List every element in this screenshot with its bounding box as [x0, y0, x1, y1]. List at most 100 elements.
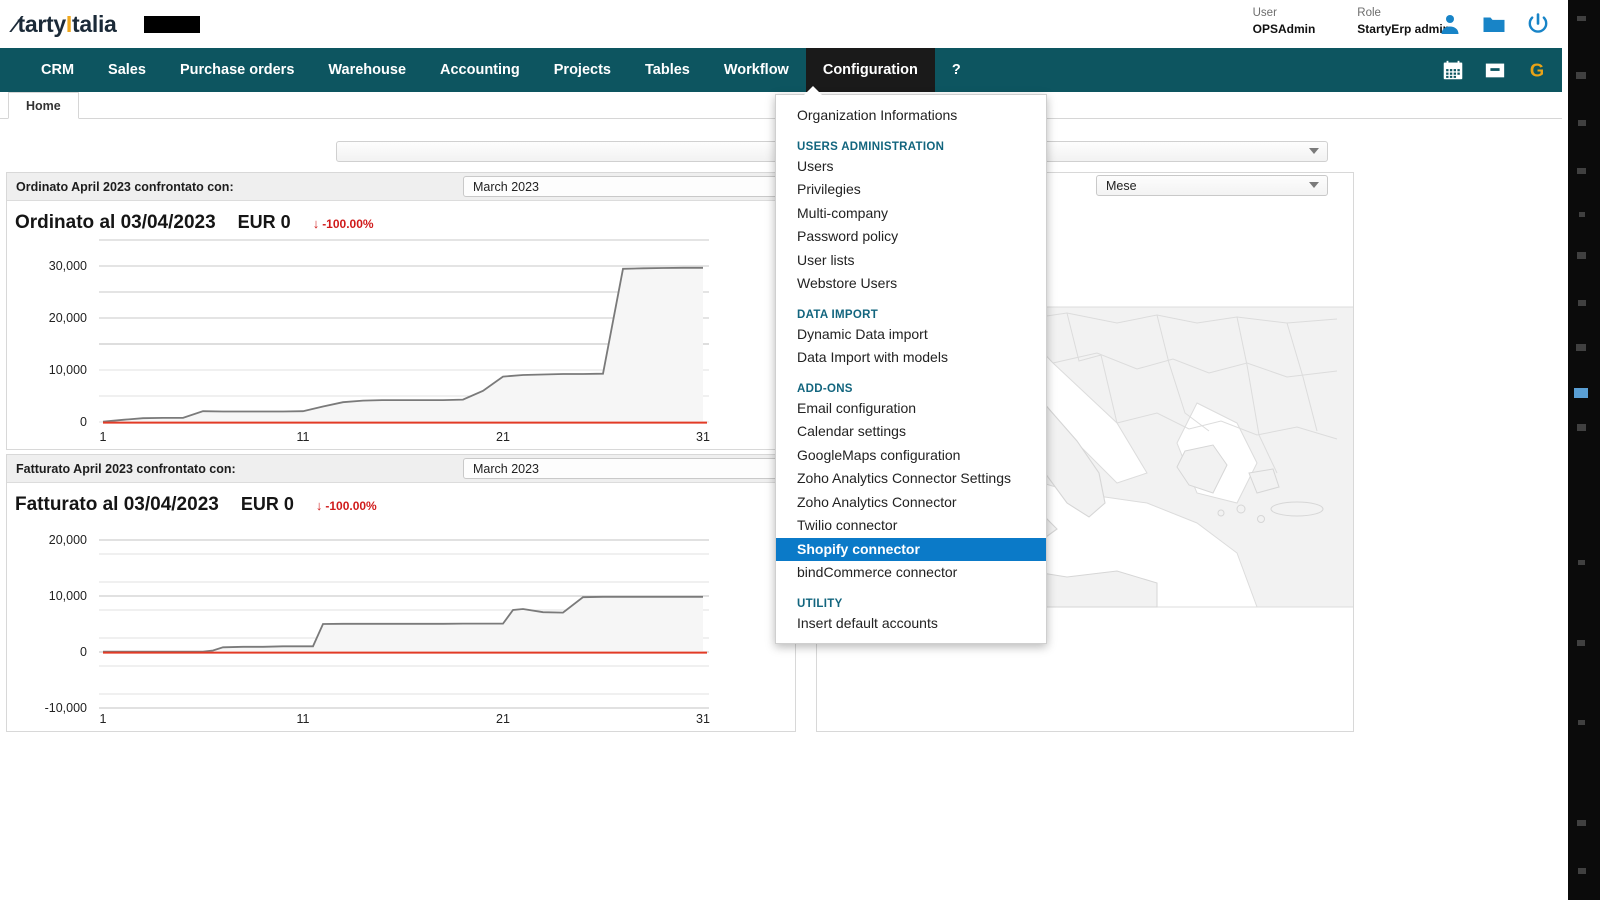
panel-ordinato-title: Ordinato April 2023 confrontato con:	[16, 179, 234, 194]
chart-fatturato-ytick-neg10000: -10,000	[45, 701, 87, 715]
calendar-icon[interactable]	[1442, 59, 1464, 81]
panel-fatturato-kpi-title: Fatturato al 03/04/2023	[15, 494, 219, 515]
menu-item-insert-default-accounts[interactable]: Insert default accounts	[776, 612, 1046, 636]
panel-fatturato-kpi: Fatturato al 03/04/2023 EUR 0 ↓ -100.00%	[7, 483, 795, 516]
chart-fatturato-xtick-1: 1	[100, 712, 107, 724]
role-label: Role	[1357, 7, 1381, 19]
panel-fatturato-compare-value: March 2023	[473, 461, 540, 476]
menu-item-email-configuration[interactable]: Email configuration	[776, 397, 1046, 421]
chart-ordinato-ytick-0: 0	[80, 415, 87, 429]
panel-ordinato-compare-select[interactable]: March 2023	[463, 176, 785, 197]
nav-item-crm[interactable]: CRM	[24, 48, 91, 92]
nav-item-sales[interactable]: Sales	[91, 48, 163, 92]
role-value: StartyErp admin	[1357, 22, 1450, 36]
panel-ordinato-header: Ordinato April 2023 confrontato con: Mar…	[7, 173, 795, 201]
user-value: OPSAdmin	[1252, 22, 1316, 36]
panel-ordinato-delta-value: -100.00%	[322, 216, 374, 231]
chart-ordinato-xtick-31: 31	[696, 430, 710, 442]
menu-group-users-administration: USERS ADMINISTRATION	[797, 140, 945, 153]
panel-ordinato-kpi: Ordinato al 03/04/2023 EUR 0 ↓ -100.00%	[7, 201, 795, 234]
person-icon[interactable]	[1438, 12, 1462, 36]
menu-item-webstore-users[interactable]: Webstore Users	[776, 272, 1046, 296]
redacted-company-name	[143, 15, 200, 33]
configuration-dropdown-menu: Organization Informations USERS ADMINIST…	[775, 86, 1047, 644]
panel-ordinato-kpi-delta: ↓ -100.00%	[313, 217, 374, 231]
power-icon[interactable]	[1526, 12, 1550, 36]
menu-item-users[interactable]: Users	[776, 155, 1046, 179]
menu-item-googlemaps-configuration[interactable]: GoogleMaps configuration	[776, 444, 1046, 468]
logo-text-1: tarty	[17, 10, 67, 37]
chart-ordinato-ytick-10000: 10,000	[49, 363, 87, 377]
chart-fatturato-ytick-20000: 20,000	[49, 533, 87, 547]
chevron-down-icon	[1309, 182, 1319, 188]
menu-group-add-ons: ADD-ONS	[797, 382, 853, 395]
header-icon-group	[1438, 12, 1550, 36]
period-select-value: Mese	[1106, 178, 1137, 193]
arrow-down-icon: ↓	[312, 216, 320, 231]
chart-fatturato-xtick-31: 31	[696, 712, 710, 724]
app-logo[interactable]: ⁄ tarty Italia	[14, 11, 117, 38]
user-column: User OPSAdmin	[1253, 6, 1316, 37]
menu-item-password-policy[interactable]: Password policy	[776, 225, 1046, 249]
menu-item-zoho-analytics-connector[interactable]: Zoho Analytics Connector	[776, 491, 1046, 515]
application-window: ⁄ tarty Italia User OPSAdmin Role StartyEr…	[0, 0, 1600, 900]
right-edge-strip	[1568, 0, 1600, 900]
chart-fatturato-xtick-11: 11	[297, 712, 310, 724]
panel-fatturato-kpi-value: EUR 0	[240, 494, 294, 514]
nav-item-purchase-orders[interactable]: Purchase orders	[163, 48, 311, 92]
chart-ordinato-ytick-30000: 30,000	[49, 259, 87, 273]
menu-group-utility: UTILITY	[797, 597, 843, 610]
tab-home[interactable]: Home	[8, 92, 79, 119]
nav-item-accounting[interactable]: Accounting	[423, 48, 537, 92]
menu-group-data-import: DATA IMPORT	[797, 308, 879, 321]
nav-item-workflow[interactable]: Workflow	[707, 48, 806, 92]
nav-item-tables[interactable]: Tables	[628, 48, 707, 92]
inbox-icon[interactable]	[1484, 59, 1506, 81]
nav-icon-group: G	[1442, 48, 1568, 92]
panel-fatturato-delta-value: -100.00%	[325, 498, 377, 513]
chevron-down-icon	[1309, 148, 1319, 154]
nav-item-help[interactable]: ?	[935, 48, 978, 92]
panel-ordinato-kpi-value: EUR 0	[237, 212, 291, 232]
chart-ordinato-xtick-11: 11	[297, 430, 310, 442]
nav-item-warehouse[interactable]: Warehouse	[311, 48, 423, 92]
google-icon[interactable]: G	[1526, 59, 1548, 81]
panel-fatturato: Fatturato April 2023 confrontato con: Ma…	[6, 454, 796, 732]
top-header: ⁄ tarty Italia User OPSAdmin Role StartyEr…	[0, 0, 1568, 48]
nav-item-configuration[interactable]: Configuration	[805, 48, 935, 92]
user-label: User	[1252, 7, 1277, 19]
chart-ordinato: 30,000 20,000 10,000 0 1 11 21 31	[7, 234, 795, 442]
logo-text-2: talia	[72, 10, 117, 37]
role-column: Role StartyErp admin	[1357, 6, 1450, 37]
menu-item-organization-informations[interactable]: Organization Informations	[776, 104, 1046, 128]
menu-item-user-lists[interactable]: User lists	[776, 249, 1046, 273]
menu-item-dynamic-data-import[interactable]: Dynamic Data import	[776, 323, 1046, 347]
chart-fatturato-ytick-10000: 10,000	[49, 589, 87, 603]
user-info-block: User OPSAdmin Role StartyErp admin	[1253, 6, 1450, 37]
menu-item-privilegies[interactable]: Privilegies	[776, 178, 1046, 202]
menu-item-shopify-connector[interactable]: Shopify connector	[776, 537, 1046, 561]
menu-item-bindcommerce-connector[interactable]: bindCommerce connector	[776, 561, 1046, 585]
menu-item-calendar-settings[interactable]: Calendar settings	[776, 420, 1046, 444]
panel-ordinato-kpi-title: Ordinato al 03/04/2023	[15, 212, 216, 233]
nav-item-projects[interactable]: Projects	[537, 48, 628, 92]
panel-fatturato-header: Fatturato April 2023 confrontato con: Ma…	[7, 455, 795, 483]
panel-ordinato-compare-value: March 2023	[473, 179, 540, 194]
folder-icon[interactable]	[1482, 12, 1506, 36]
chart-fatturato-xtick-21: 21	[496, 712, 510, 724]
svg-text:G: G	[1530, 59, 1544, 80]
menu-item-twilio-connector[interactable]: Twilio connector	[776, 514, 1046, 538]
chart-fatturato: 20,000 10,000 0 -10,000 1 11 21 31	[7, 516, 795, 724]
period-select[interactable]: Mese	[1096, 175, 1328, 196]
panel-fatturato-title: Fatturato April 2023 confrontato con:	[16, 461, 236, 476]
menu-item-data-import-with-models[interactable]: Data Import with models	[776, 346, 1046, 370]
panel-fatturato-compare-select[interactable]: March 2023	[463, 458, 785, 479]
dropdown-notch-icon	[804, 86, 822, 95]
chart-ordinato-xtick-21: 21	[496, 430, 510, 442]
panel-fatturato-kpi-delta: ↓ -100.00%	[316, 499, 377, 513]
menu-item-multi-company[interactable]: Multi-company	[776, 202, 1046, 226]
chart-fatturato-ytick-0: 0	[80, 645, 87, 659]
chart-ordinato-ytick-20000: 20,000	[49, 311, 87, 325]
main-navigation: CRM Sales Purchase orders Warehouse Acco…	[0, 48, 1568, 92]
menu-item-zoho-analytics-connector-settings[interactable]: Zoho Analytics Connector Settings	[776, 467, 1046, 491]
